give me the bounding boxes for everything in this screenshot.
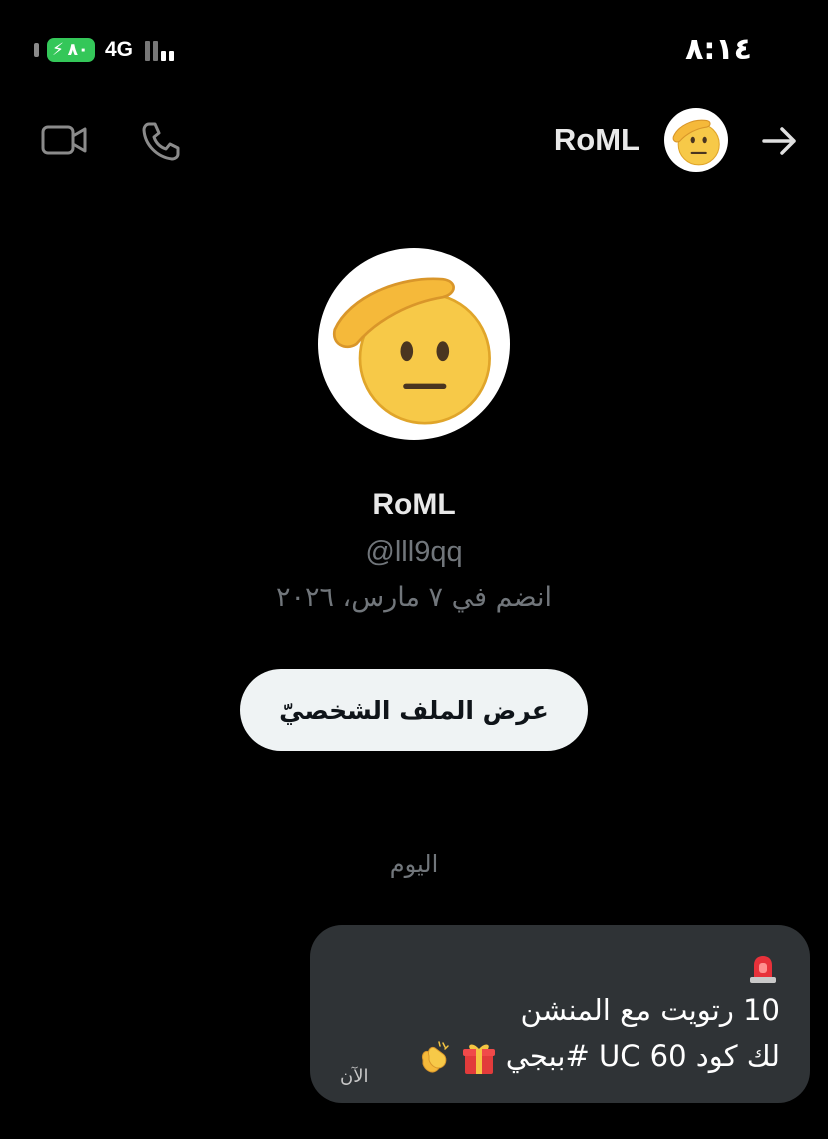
video-icon[interactable] (40, 120, 88, 160)
network-type: 4G (105, 38, 134, 61)
status-bar: ⚡ ٨٠ 4G ٨:١٤ (0, 0, 828, 100)
chat-header: RoML (0, 100, 828, 180)
battery-icon: ⚡ ٨٠ (47, 38, 95, 62)
header-username[interactable]: RoML (554, 122, 640, 158)
message-bubble[interactable]: 10 رتويت مع المنشن لك كود 60 UC #ببجي ال… (310, 925, 810, 1103)
clapping-hands-icon (422, 1041, 450, 1073)
phone-icon[interactable] (140, 120, 182, 162)
arrow-right-icon[interactable] (758, 120, 800, 162)
rotating-light-icon (750, 956, 776, 983)
message-line-3-text: لك كود 60 UC #ببجي (505, 1039, 780, 1073)
date-divider: اليوم (389, 850, 439, 878)
view-profile-button[interactable]: عرض الملف الشخصيّ (240, 669, 588, 751)
profile-avatar[interactable] (318, 248, 510, 440)
message-time: الآن (340, 1066, 369, 1087)
status-indicators: ⚡ ٨٠ 4G (34, 38, 175, 62)
message-line-3: لك كود 60 UC #ببجي (340, 1033, 780, 1079)
message-line-2: 10 رتويت مع المنشن (520, 993, 781, 1027)
profile-name: RoML (372, 488, 456, 521)
charging-bolt-icon: ⚡ (52, 40, 64, 60)
signal-icon (145, 39, 175, 61)
profile-handle: @lll9qq (365, 536, 463, 568)
saluting-face-icon (332, 277, 491, 425)
battery-nub (34, 43, 39, 57)
message-line-icon (340, 943, 780, 987)
saluting-face-icon (672, 119, 720, 166)
profile-joined-date: انضم في ٧ مارس، ٢٠٢٦ (275, 582, 553, 613)
status-time: ٨:١٤ (685, 32, 752, 67)
gift-icon (462, 1044, 495, 1074)
header-avatar[interactable] (664, 108, 728, 172)
